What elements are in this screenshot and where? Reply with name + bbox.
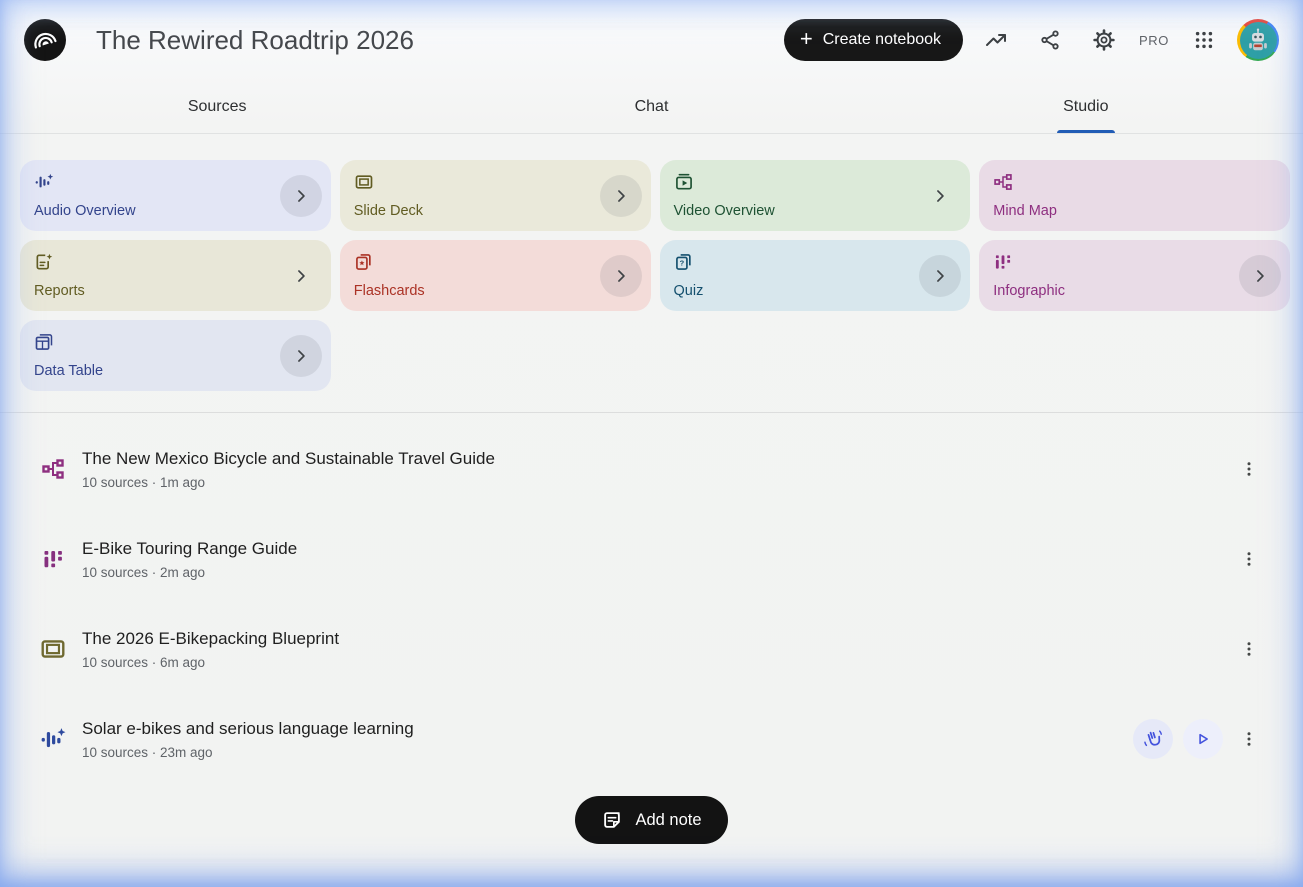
artifact-title: E-Bike Touring Range Guide [82, 538, 298, 558]
interactive-mode-hand-icon[interactable] [1133, 719, 1173, 759]
more-options-kebab-icon[interactable] [1233, 629, 1265, 669]
artifact-title: The 2026 E-Bikepacking Blueprint [82, 628, 340, 648]
artifact-meta: 10 sources · 6m ago [82, 654, 206, 670]
card-flashcards[interactable]: Flashcards [339, 240, 651, 311]
list-item-slide-deck[interactable]: The 2026 E-Bikepacking Blueprint 10 sour… [40, 616, 1265, 682]
artifact-meta: 10 sources · 1m ago [82, 474, 206, 490]
tab-chat[interactable]: Chat [434, 80, 868, 133]
data-table-icon [34, 332, 54, 352]
add-note-label: Add note [635, 810, 702, 829]
card-label: Reports [34, 283, 85, 299]
svg-text:?: ? [679, 259, 684, 268]
list-item-infographic[interactable]: E-Bike Touring Range Guide 10 sources · … [40, 526, 1265, 592]
avatar-robot-image [1239, 21, 1277, 59]
artifact-meta: 10 sources · 23m ago [82, 744, 213, 760]
chevron-right-icon[interactable] [279, 174, 322, 217]
header-actions: + Create notebook PRO [783, 19, 1279, 61]
card-slide-deck[interactable]: Slide Deck [339, 160, 651, 231]
artifact-meta: 10 sources · 2m ago [82, 564, 206, 580]
artifact-list: The New Mexico Bicycle and Sustainable T… [0, 413, 1303, 772]
artifact-title: Solar e-bikes and serious language learn… [82, 718, 414, 738]
card-mind-map[interactable]: Mind Map [979, 160, 1290, 231]
create-notebook-label: Create notebook [822, 31, 942, 48]
trending-icon[interactable] [975, 19, 1017, 61]
account-avatar[interactable] [1237, 19, 1279, 61]
infographic-bars-icon [40, 547, 66, 571]
slide-deck-icon [354, 172, 374, 192]
report-sparkle-icon [34, 252, 54, 272]
card-label: Data Table [34, 363, 104, 379]
card-label: Slide Deck [353, 203, 424, 219]
notebook-tabs: Sources Chat Studio [0, 80, 1303, 134]
card-data-table[interactable]: Data Table [20, 320, 331, 391]
studio-card-grid: Audio Overview Slide Deck Video Overview [0, 134, 1303, 391]
notebook-title[interactable]: The Rewired Roadtrip 2026 [96, 25, 414, 56]
audio-waveform-sparkle-icon [40, 726, 66, 752]
pro-badge: PRO [1139, 32, 1169, 48]
card-audio-overview[interactable]: Audio Overview [20, 160, 331, 231]
card-video-overview[interactable]: Video Overview [659, 160, 971, 231]
chevron-right-icon[interactable] [280, 255, 322, 297]
card-label: Infographic [993, 283, 1065, 299]
slide-deck-icon [40, 636, 66, 662]
chevron-right-icon[interactable] [599, 254, 642, 297]
tab-sources[interactable]: Sources [0, 80, 434, 133]
tab-studio[interactable]: Studio [869, 80, 1303, 133]
share-icon[interactable] [1029, 19, 1071, 61]
card-label: Quiz [673, 283, 704, 299]
chevron-right-icon[interactable] [919, 175, 961, 217]
note-icon [601, 809, 623, 831]
list-item-mind-map[interactable]: The New Mexico Bicycle and Sustainable T… [40, 436, 1265, 502]
more-options-kebab-icon[interactable] [1233, 719, 1265, 759]
top-bar: The Rewired Roadtrip 2026 + Create noteb… [0, 0, 1303, 80]
mind-map-icon [40, 457, 66, 481]
more-options-kebab-icon[interactable] [1233, 449, 1265, 489]
flashcards-star-icon [354, 252, 374, 272]
card-infographic[interactable]: Infographic [979, 240, 1290, 311]
play-icon[interactable] [1183, 719, 1223, 759]
chevron-right-icon[interactable] [599, 174, 642, 217]
video-overview-icon [674, 172, 694, 192]
add-note-wrap: Add note [0, 796, 1303, 844]
card-reports[interactable]: Reports [20, 240, 331, 311]
card-quiz[interactable]: ? Quiz [659, 240, 971, 311]
card-label: Video Overview [673, 203, 775, 219]
logo-arcs-icon [32, 27, 58, 53]
card-label: Audio Overview [34, 203, 136, 219]
notebooklm-logo[interactable] [24, 19, 66, 61]
card-label: Flashcards [353, 283, 425, 299]
tab-studio-label: Studio [1063, 97, 1109, 115]
add-note-button[interactable]: Add note [575, 796, 728, 844]
audio-waveform-sparkle-icon [34, 172, 54, 192]
more-options-kebab-icon[interactable] [1233, 539, 1265, 579]
card-label: Mind Map [993, 203, 1057, 219]
tab-chat-label: Chat [634, 97, 669, 115]
apps-grid-icon[interactable] [1183, 19, 1225, 61]
mind-map-icon [993, 172, 1013, 192]
plus-icon: + [799, 26, 813, 51]
artifact-title: The New Mexico Bicycle and Sustainable T… [82, 448, 495, 468]
chevron-right-icon[interactable] [919, 254, 962, 297]
infographic-bars-icon [993, 252, 1013, 272]
list-item-audio-overview[interactable]: Solar e-bikes and serious language learn… [40, 706, 1265, 772]
quiz-cards-icon: ? [674, 252, 694, 272]
chevron-right-icon[interactable] [279, 334, 322, 377]
create-notebook-button[interactable]: + Create notebook [783, 19, 964, 61]
settings-gear-icon[interactable] [1083, 19, 1125, 61]
chevron-right-icon[interactable] [1239, 254, 1281, 297]
tab-sources-label: Sources [187, 97, 247, 115]
active-tab-underline [1056, 130, 1115, 133]
